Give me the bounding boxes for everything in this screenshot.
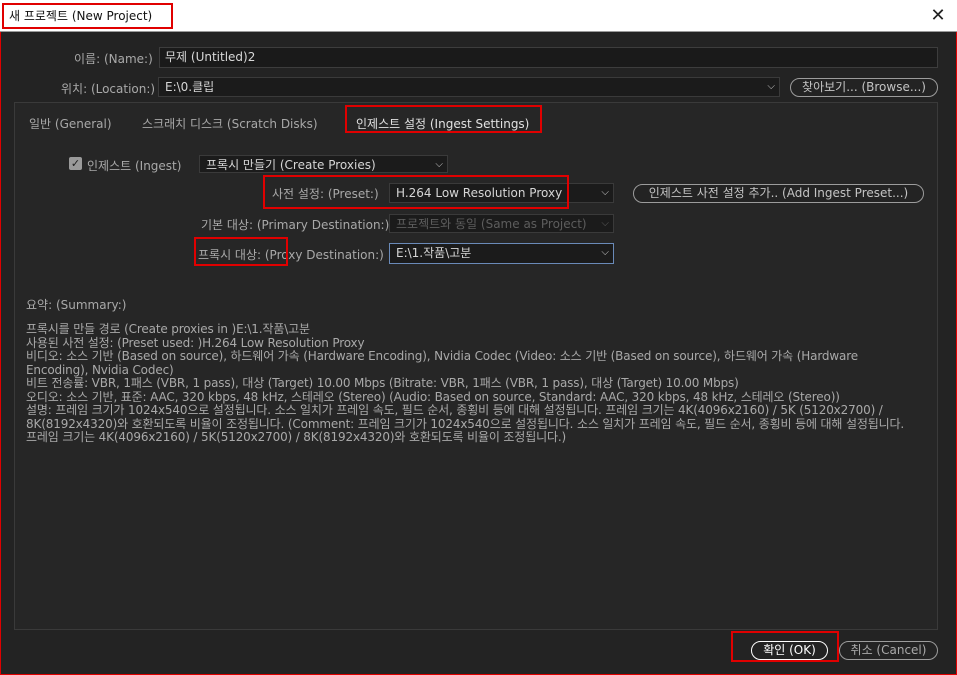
ingest-checkbox[interactable]: ✓	[69, 157, 82, 170]
ingest-mode-select[interactable]: 프록시 만들기 (Create Proxies) ⌵	[199, 155, 448, 173]
location-label: 위치: (Location:)	[61, 82, 156, 96]
proxy-destination-value: E:\1.작품\고분	[396, 246, 472, 260]
cancel-button[interactable]: 취소 (Cancel)	[839, 641, 938, 660]
tab-scratch-disks[interactable]: 스크래치 디스크 (Scratch Disks)	[142, 115, 318, 132]
chevron-down-icon: ⌵	[767, 81, 775, 92]
primary-destination-select: 프로젝트와 동일 (Same as Project) ⌵	[389, 214, 614, 233]
summary-text: 프록시를 만들 경로 (Create proxies in )E:\1.작품\고…	[26, 322, 916, 445]
tab-ingest-settings[interactable]: 인제스트 설정 (Ingest Settings)	[356, 115, 529, 132]
ok-button[interactable]: 확인 (OK)	[751, 641, 828, 660]
tab-general[interactable]: 일반 (General)	[29, 115, 112, 132]
chevron-down-icon: ⌵	[435, 159, 443, 170]
proxy-destination-select[interactable]: E:\1.작품\고분 ⌵	[389, 243, 614, 264]
close-icon[interactable]: ✕	[927, 5, 949, 27]
ingest-mode-value: 프록시 만들기 (Create Proxies)	[206, 158, 376, 172]
preset-select[interactable]: H.264 Low Resolution Proxy ⌵	[389, 183, 614, 203]
add-ingest-preset-button[interactable]: 인제스트 사전 설정 추가.. (Add Ingest Preset...)	[633, 184, 924, 203]
name-input[interactable]: 무제 (Untitled)2	[159, 47, 938, 68]
location-select[interactable]: E:\0.클립 ⌵	[158, 77, 780, 97]
summary-line: 오디오: 소스 기반, 표준: AAC, 320 kbps, 48 kHz, 스…	[26, 389, 840, 404]
preset-label: 사전 설정: (Preset:)	[272, 187, 379, 201]
summary-line: 설명: 프레임 크기가 1024x540으로 설정됩니다. 소스 일치가 프레임…	[26, 403, 905, 444]
chevron-down-icon: ⌵	[601, 218, 609, 229]
chevron-down-icon: ⌵	[601, 187, 609, 198]
primary-destination-value: 프로젝트와 동일 (Same as Project)	[396, 217, 587, 231]
primary-destination-label: 기본 대상: (Primary Destination:)	[201, 218, 390, 232]
browse-button[interactable]: 찾아보기... (Browse...)	[790, 78, 938, 97]
ingest-label: 인제스트 (Ingest)	[87, 159, 182, 173]
preset-value: H.264 Low Resolution Proxy	[396, 186, 563, 200]
summary-line: 비트 전송률: VBR, 1패스 (VBR, 1 pass), 대상 (Targ…	[26, 376, 739, 390]
title-bar: 새 프로젝트 (New Project) ✕	[0, 0, 957, 32]
name-label: 이름: (Name:)	[74, 52, 153, 66]
ingest-settings-panel: 일반 (General) 스크래치 디스크 (Scratch Disks) 인제…	[14, 102, 938, 630]
window-title: 새 프로젝트 (New Project)	[2, 3, 173, 29]
proxy-destination-label: 프록시 대상: (Proxy Destination:)	[198, 248, 384, 262]
summary-line: 사용된 사전 설정: (Preset used: )H.264 Low Reso…	[26, 335, 365, 350]
location-value: E:\0.클립	[165, 80, 215, 94]
summary-line: 프록시를 만들 경로 (Create proxies in )E:\1.작품\고…	[26, 322, 310, 336]
summary-line: 비디오: 소스 기반 (Based on source), 하드웨어 가속 (H…	[26, 349, 858, 377]
chevron-down-icon: ⌵	[601, 247, 609, 258]
summary-title: 요약: (Summary:)	[26, 298, 127, 312]
